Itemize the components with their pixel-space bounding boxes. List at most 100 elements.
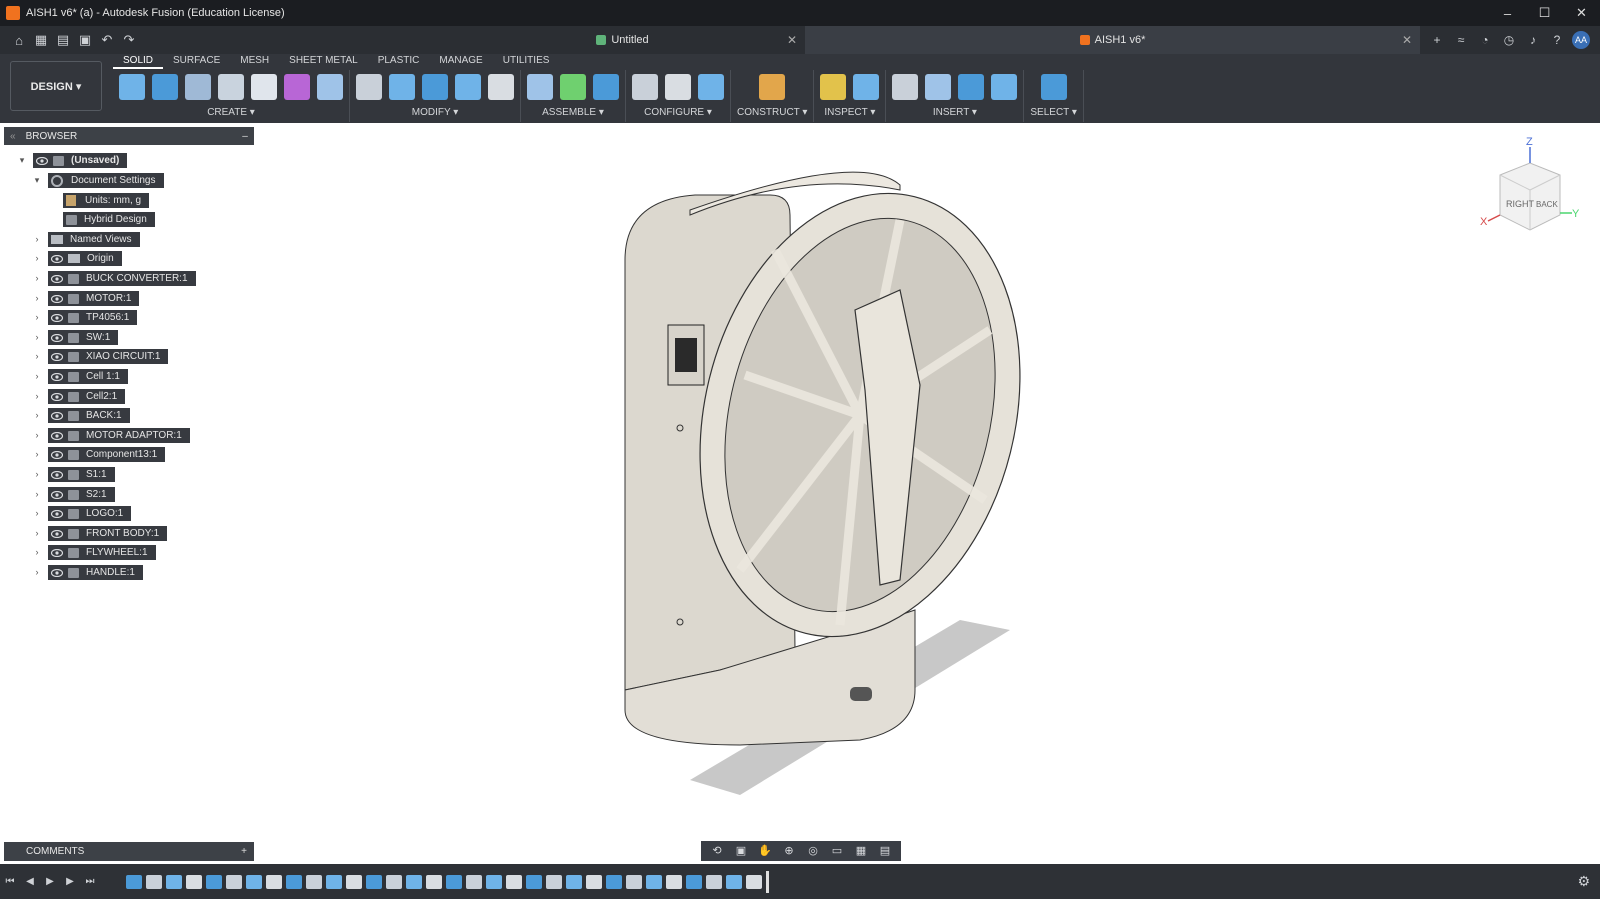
- data-panel-grid-icon[interactable]: ▦: [32, 32, 50, 48]
- timeline-feature[interactable]: [406, 874, 422, 889]
- expand-chevron-icon[interactable]: ›: [32, 330, 42, 345]
- visibility-eye-icon[interactable]: [51, 469, 63, 481]
- browser-item-document-settings[interactable]: Document Settings: [48, 173, 164, 188]
- ribbon-group-label[interactable]: SELECT ▾: [1030, 107, 1077, 118]
- expand-chevron-icon[interactable]: ›: [32, 565, 42, 580]
- expand-chevron-icon[interactable]: ›: [32, 428, 42, 443]
- timeline-feature[interactable]: [746, 874, 762, 889]
- fit-icon[interactable]: ◎: [806, 845, 820, 857]
- browser-item-s2-1[interactable]: S2:1: [48, 487, 115, 502]
- timeline-feature[interactable]: [646, 874, 662, 889]
- expand-chevron-icon[interactable]: ›: [32, 271, 42, 286]
- grid-icon[interactable]: ▦: [854, 845, 868, 857]
- tool-icon[interactable]: [853, 74, 880, 100]
- maximize-button[interactable]: ☐: [1526, 0, 1563, 26]
- expand-chevron-icon[interactable]: ›: [32, 389, 42, 404]
- browser-item-cell2-1[interactable]: Cell2:1: [48, 389, 126, 404]
- tool-icon[interactable]: [422, 74, 448, 100]
- collapse-panel-icon[interactable]: «: [10, 131, 16, 142]
- timeline-feature[interactable]: [586, 874, 602, 889]
- cube-face-right[interactable]: RIGHT: [1506, 199, 1535, 209]
- tab-solid[interactable]: SOLID: [113, 54, 164, 69]
- tab-manage[interactable]: MANAGE: [429, 54, 492, 69]
- pan-hand-icon[interactable]: ✋: [758, 845, 772, 857]
- step-forward-icon[interactable]: ▶: [60, 876, 80, 887]
- display-settings-icon[interactable]: ▭: [830, 845, 844, 857]
- tool-icon[interactable]: [698, 74, 724, 100]
- close-button[interactable]: ✕: [1563, 0, 1600, 26]
- tool-icon[interactable]: [356, 74, 382, 100]
- help-icon[interactable]: ?: [1548, 31, 1566, 49]
- close-tab-icon[interactable]: ✕: [1402, 33, 1412, 47]
- expand-chevron-icon[interactable]: ›: [32, 251, 42, 266]
- browser-item-flywheel-1[interactable]: FLYWHEEL:1: [48, 545, 156, 560]
- visibility-eye-icon[interactable]: [51, 293, 63, 305]
- timeline-feature[interactable]: [486, 874, 502, 889]
- visibility-eye-icon[interactable]: [51, 351, 63, 363]
- home-icon[interactable]: ⌂: [10, 33, 28, 48]
- cube-face-back[interactable]: BACK: [1536, 200, 1558, 209]
- browser-item-logo-1[interactable]: LOGO:1: [48, 506, 132, 521]
- tool-icon[interactable]: [455, 74, 481, 100]
- expand-chevron-icon[interactable]: ›: [32, 349, 42, 364]
- tool-icon[interactable]: [925, 74, 952, 100]
- save-icon[interactable]: ▣: [76, 32, 94, 48]
- expand-chevron-icon[interactable]: ›: [32, 291, 42, 306]
- timeline-feature[interactable]: [326, 874, 342, 889]
- timeline-feature[interactable]: [566, 874, 582, 889]
- expand-chevron-icon[interactable]: ›: [32, 310, 42, 325]
- visibility-eye-icon[interactable]: [51, 253, 63, 265]
- tool-icon[interactable]: [632, 74, 658, 100]
- tool-icon[interactable]: [251, 74, 277, 100]
- tool-icon[interactable]: [892, 74, 919, 100]
- timeline-marker[interactable]: [766, 870, 769, 893]
- tool-icon[interactable]: [991, 74, 1018, 100]
- visibility-eye-icon[interactable]: [51, 273, 63, 285]
- ribbon-group-label[interactable]: MODIFY ▾: [412, 107, 459, 118]
- job-status-icon[interactable]: ◔: [1476, 31, 1494, 49]
- expand-chevron-icon[interactable]: ›: [32, 545, 42, 560]
- browser-item-named-views[interactable]: Named Views: [48, 232, 140, 247]
- visibility-eye-icon[interactable]: [51, 391, 63, 403]
- tab-aish1[interactable]: AISH1 v6* ✕: [805, 26, 1420, 54]
- browser-item-motor-1[interactable]: MOTOR:1: [48, 291, 140, 306]
- zoom-icon[interactable]: ⊕: [782, 845, 796, 857]
- ribbon-group-label[interactable]: INSPECT ▾: [824, 107, 875, 118]
- ribbon-group-label[interactable]: CONSTRUCT ▾: [737, 107, 807, 118]
- browser-root-unsaved[interactable]: (Unsaved): [33, 153, 128, 168]
- visibility-eye-icon[interactable]: [36, 155, 48, 167]
- tool-icon[interactable]: [119, 74, 145, 100]
- tab-surface[interactable]: SURFACE: [163, 54, 230, 69]
- minimize-panel-icon[interactable]: –: [236, 131, 254, 142]
- file-menu-icon[interactable]: ▤: [54, 32, 72, 48]
- redo-icon[interactable]: ↷: [120, 32, 138, 48]
- browser-item-motor-adaptor-1[interactable]: MOTOR ADAPTOR:1: [48, 428, 190, 443]
- browser-item-buck-converter-1[interactable]: BUCK CONVERTER:1: [48, 271, 196, 286]
- 3d-model-render[interactable]: [600, 170, 1060, 810]
- visibility-eye-icon[interactable]: [51, 410, 63, 422]
- timeline-feature[interactable]: [686, 874, 702, 889]
- tab-sheet-metal[interactable]: SHEET METAL: [279, 54, 368, 69]
- timeline-feature[interactable]: [726, 874, 742, 889]
- browser-item-hybrid-design[interactable]: Hybrid Design: [63, 212, 155, 227]
- timeline-feature[interactable]: [186, 874, 202, 889]
- power-switch[interactable]: [675, 338, 697, 372]
- timeline-feature[interactable]: [346, 874, 362, 889]
- visibility-eye-icon[interactable]: [51, 332, 63, 344]
- browser-item-xiao-circuit-1[interactable]: XIAO CIRCUIT:1: [48, 349, 169, 364]
- go-to-end-icon[interactable]: ⏭: [80, 876, 100, 887]
- play-icon[interactable]: ▶: [40, 876, 60, 887]
- expand-chevron-icon[interactable]: ›: [32, 408, 42, 423]
- browser-item-s1-1[interactable]: S1:1: [48, 467, 115, 482]
- tool-icon[interactable]: [560, 74, 586, 100]
- tool-icon[interactable]: [759, 74, 786, 100]
- notifications-bell-icon[interactable]: ♪: [1524, 31, 1542, 49]
- expand-chevron-icon[interactable]: ▾: [17, 153, 27, 168]
- add-comment-icon[interactable]: +: [234, 846, 254, 857]
- browser-item-back-1[interactable]: BACK:1: [48, 408, 130, 423]
- minimize-button[interactable]: –: [1489, 0, 1526, 26]
- browser-item-cell-1-1[interactable]: Cell 1:1: [48, 369, 128, 384]
- visibility-eye-icon[interactable]: [51, 508, 63, 520]
- ribbon-group-label[interactable]: CONFIGURE ▾: [644, 107, 712, 118]
- tool-icon[interactable]: [185, 74, 211, 100]
